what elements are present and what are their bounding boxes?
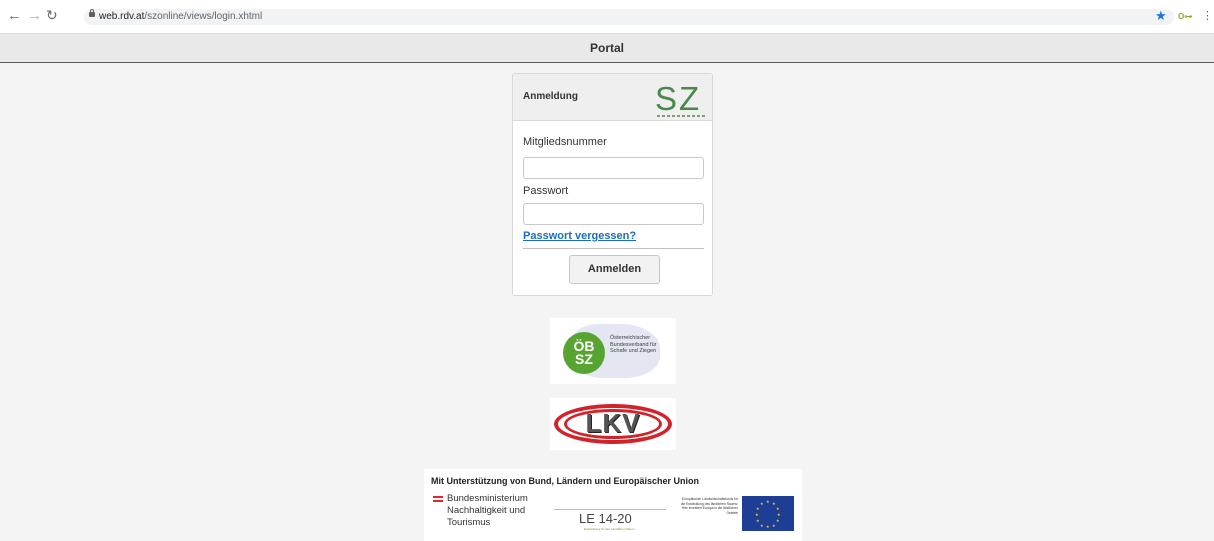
reload-icon[interactable]: ↻ [46,8,58,23]
browser-toolbar: ← → ↻ web.rdv.at/szonline/views/login.xh… [0,0,1214,34]
login-panel-header: Anmeldung SZ [513,74,712,121]
login-panel: Anmeldung SZ Mitgliedsnummer Passwort Pa… [512,73,713,296]
le-logo-swoosh [554,509,666,510]
funding-title: Mit Unterstützung von Bund, Ländern und … [431,476,699,486]
ministry-line3: Tourismus [447,517,491,528]
sz-logo-subtitle [657,115,705,117]
extension-key-icon[interactable]: O⊶ [1178,12,1192,21]
lkv-logo-text: LKV [585,408,641,438]
password-label: Passwort [523,185,569,197]
forward-arrow-icon[interactable]: → [27,8,42,23]
member-number-input[interactable] [523,157,704,179]
bookmark-star-icon[interactable]: ★ [1155,8,1167,24]
eu-flag-icon: ★ ★ ★ ★ ★ ★ ★ ★ ★ ★ ★ ★ [742,496,794,531]
forgot-password-link[interactable]: Passwort vergessen? [523,230,636,242]
login-title: Anmeldung [523,91,578,102]
lock-icon [89,9,95,17]
oebsz-logo-text: Österreichischer Bundesverband für Schaf… [610,335,657,354]
funding-banner: Mit Unterstützung von Bund, Ländern und … [424,469,802,541]
login-button[interactable]: Anmelden [569,255,660,284]
url-text[interactable]: web.rdv.at/szonline/views/login.xhtml [99,11,262,22]
oebsz-logo: ÖB SZ Österreichischer Bundesverband für… [550,318,676,384]
eu-stars-icon: ★ ★ ★ ★ ★ ★ ★ ★ ★ ★ ★ ★ [755,499,781,529]
ministry-text: Bundesministerium Nachhaltigkeit und Tou… [447,493,528,529]
password-input[interactable] [523,203,704,225]
oebsz-circle: ÖB SZ [563,332,605,374]
back-arrow-icon[interactable]: ← [7,8,22,23]
austria-flag-icon [433,496,443,502]
eu-fund-text: Europäischer Landwirtschaftsfonds für di… [680,497,738,515]
lkv-logo: LKV [550,398,676,450]
browser-menu-icon[interactable]: ⋮ [1202,9,1213,22]
sz-logo: SZ [655,80,702,117]
le-logo-subtitle: Entwicklung für den Ländlichen Raum [584,527,635,531]
member-number-label: Mitgliedsnummer [523,136,607,148]
ministry-line1: Bundesministerium [447,493,528,504]
le-logo-text: LE 14-20 [579,511,632,526]
divider [523,248,704,249]
oebsz-circle-line2: SZ [575,351,593,367]
portal-header: Portal [0,34,1214,63]
ministry-line2: Nachhaltigkeit und [447,505,526,516]
